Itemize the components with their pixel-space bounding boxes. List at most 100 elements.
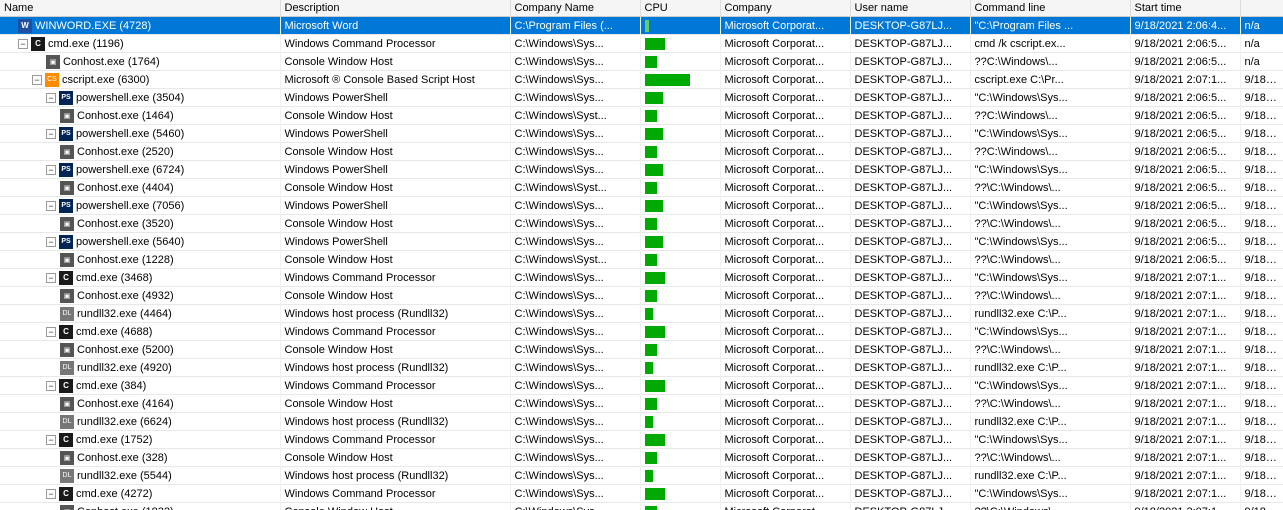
table-row[interactable]: −Ccmd.exe (4688)Windows Command Processo…	[0, 323, 1283, 341]
table-row[interactable]: −Ccmd.exe (3468)Windows Command Processo…	[0, 269, 1283, 287]
process-name-cell: −Ccmd.exe (1752)	[0, 431, 280, 449]
process-company-cell: Microsoft Corporat...	[720, 485, 850, 503]
process-name-cell: DLrundll32.exe (6624)	[0, 413, 280, 431]
table-row[interactable]: ▣Conhost.exe (1832)Console Window HostC:…	[0, 503, 1283, 510]
process-cmd-cell: ??\C:\Windows\...	[970, 395, 1130, 413]
col-header-cpu[interactable]: CPU	[640, 0, 720, 17]
table-row[interactable]: ▣Conhost.exe (2520)Console Window HostC:…	[0, 143, 1283, 161]
process-cmd-cell: ??C:\Windows\...	[970, 143, 1130, 161]
expand-button[interactable]: −	[46, 273, 56, 283]
process-path-cell: C:\Windows\Syst...	[510, 179, 640, 197]
table-row[interactable]: DLrundll32.exe (4464)Windows host proces…	[0, 305, 1283, 323]
table-row[interactable]: ▣Conhost.exe (4164)Console Window HostC:…	[0, 395, 1283, 413]
process-company-cell: Microsoft Corporat...	[720, 287, 850, 305]
table-row[interactable]: ▣Conhost.exe (4932)Console Window HostC:…	[0, 287, 1283, 305]
process-company-cell: Microsoft Corporat...	[720, 503, 850, 510]
expand-button[interactable]: −	[46, 129, 56, 139]
process-company-cell: Microsoft Corporat...	[720, 143, 850, 161]
process-cmd-cell: ??\C:\Windows\...	[970, 287, 1130, 305]
process-name-cell: ▣Conhost.exe (2520)	[0, 143, 280, 161]
table-row[interactable]: −PSpowershell.exe (3504)Windows PowerShe…	[0, 89, 1283, 107]
table-row[interactable]: WWINWORD.EXE (4728)Microsoft WordC:\Prog…	[0, 17, 1283, 35]
process-company-cell: Microsoft Corporat...	[720, 449, 850, 467]
process-company-cell: Microsoft Corporat...	[720, 323, 850, 341]
process-company-cell: Microsoft Corporat...	[720, 89, 850, 107]
process-name-cell: ▣Conhost.exe (4404)	[0, 179, 280, 197]
process-cpu-cell	[640, 503, 720, 510]
process-name-cell: WWINWORD.EXE (4728)	[0, 17, 280, 35]
table-row[interactable]: ▣Conhost.exe (1464)Console Window HostC:…	[0, 107, 1283, 125]
process-user-cell: DESKTOP-G87LJ...	[850, 143, 970, 161]
expand-button[interactable]: −	[46, 165, 56, 175]
process-cpu-cell	[640, 125, 720, 143]
expand-button[interactable]: −	[46, 327, 56, 337]
expand-button[interactable]: −	[46, 435, 56, 445]
process-cmd-cell: "C:\Windows\Sys...	[970, 431, 1130, 449]
process-company-cell: Microsoft Corporat...	[720, 413, 850, 431]
col-header-start1[interactable]: Start time	[1130, 0, 1240, 17]
table-row[interactable]: −PSpowershell.exe (5460)Windows PowerShe…	[0, 125, 1283, 143]
table-row[interactable]: ▣Conhost.exe (3520)Console Window HostC:…	[0, 215, 1283, 233]
process-name-cell: −Ccmd.exe (4272)	[0, 485, 280, 503]
process-path-cell: C:\Windows\Sys...	[510, 359, 640, 377]
expand-button[interactable]: −	[32, 75, 42, 85]
process-path-cell: C:\Windows\Sys...	[510, 197, 640, 215]
table-row[interactable]: −Ccmd.exe (1752)Windows Command Processo…	[0, 431, 1283, 449]
process-desc-cell: Windows Command Processor	[280, 269, 510, 287]
process-cpu-cell	[640, 215, 720, 233]
process-start2-cell: 9/18/2021 2:07:2...	[1240, 359, 1283, 377]
process-desc-cell: Windows Command Processor	[280, 377, 510, 395]
col-header-name[interactable]: Name	[0, 0, 280, 17]
table-row[interactable]: ▣Conhost.exe (1228)Console Window HostC:…	[0, 251, 1283, 269]
table-row[interactable]: −Ccmd.exe (4272)Windows Command Processo…	[0, 485, 1283, 503]
process-start1-cell: 9/18/2021 2:06:5...	[1130, 233, 1240, 251]
table-row[interactable]: −PSpowershell.exe (5640)Windows PowerShe…	[0, 233, 1283, 251]
process-table[interactable]: Name Description Company Name CPU Compan…	[0, 0, 1283, 510]
process-name-cell: −PSpowershell.exe (5640)	[0, 233, 280, 251]
process-start1-cell: 9/18/2021 2:07:1...	[1130, 485, 1240, 503]
table-row[interactable]: ▣Conhost.exe (4404)Console Window HostC:…	[0, 179, 1283, 197]
process-name-label: Conhost.exe (1464)	[77, 110, 174, 122]
process-desc-cell: Windows Command Processor	[280, 431, 510, 449]
process-cmd-cell: ??C:\Windows\...	[970, 107, 1130, 125]
col-header-company[interactable]: Company	[720, 0, 850, 17]
table-header: Name Description Company Name CPU Compan…	[0, 0, 1283, 17]
table-row[interactable]: −CScscript.exe (6300)Microsoft ® Console…	[0, 71, 1283, 89]
process-start2-cell: 9/18/2021 2:07:0...	[1240, 143, 1283, 161]
table-row[interactable]: ▣Conhost.exe (328)Console Window HostC:\…	[0, 449, 1283, 467]
col-header-cmd[interactable]: Command line	[970, 0, 1130, 17]
table-row[interactable]: ▣Conhost.exe (5200)Console Window HostC:…	[0, 341, 1283, 359]
expand-button[interactable]: −	[18, 39, 28, 49]
col-header-desc[interactable]: Description	[280, 0, 510, 17]
table-row[interactable]: −Ccmd.exe (1196)Windows Command Processo…	[0, 35, 1283, 53]
process-start1-cell: 9/18/2021 2:06:5...	[1130, 161, 1240, 179]
expand-button[interactable]: −	[46, 381, 56, 391]
process-desc-cell: Windows Command Processor	[280, 323, 510, 341]
process-desc-cell: Windows PowerShell	[280, 89, 510, 107]
process-start2-cell: 9/18/2021 2:07:2...	[1240, 341, 1283, 359]
table-row[interactable]: −PSpowershell.exe (7056)Windows PowerShe…	[0, 197, 1283, 215]
table-row[interactable]: ▣Conhost.exe (1764)Console Window HostC:…	[0, 53, 1283, 71]
process-path-cell: C:\Windows\Sys...	[510, 395, 640, 413]
table-row[interactable]: −PSpowershell.exe (6724)Windows PowerShe…	[0, 161, 1283, 179]
process-path-cell: C:\Windows\Sys...	[510, 503, 640, 510]
table-row[interactable]: DLrundll32.exe (6624)Windows host proces…	[0, 413, 1283, 431]
expand-button[interactable]: −	[46, 237, 56, 247]
table-row[interactable]: DLrundll32.exe (4920)Windows host proces…	[0, 359, 1283, 377]
process-start2-cell: 9/18/2021 2:07:0...	[1240, 179, 1283, 197]
col-header-path[interactable]: Company Name	[510, 0, 640, 17]
process-cpu-cell	[640, 53, 720, 71]
process-company-cell: Microsoft Corporat...	[720, 17, 850, 35]
process-name-cell: ▣Conhost.exe (4164)	[0, 395, 280, 413]
table-row[interactable]: DLrundll32.exe (5544)Windows host proces…	[0, 467, 1283, 485]
col-header-start2[interactable]	[1240, 0, 1283, 17]
expand-button[interactable]: −	[46, 201, 56, 211]
expand-button[interactable]: −	[46, 489, 56, 499]
process-name-label: Conhost.exe (4404)	[77, 182, 174, 194]
process-user-cell: DESKTOP-G87LJ...	[850, 161, 970, 179]
process-path-cell: C:\Windows\Syst...	[510, 107, 640, 125]
table-row[interactable]: −Ccmd.exe (384)Windows Command Processor…	[0, 377, 1283, 395]
process-start1-cell: 9/18/2021 2:07:1...	[1130, 395, 1240, 413]
expand-button[interactable]: −	[46, 93, 56, 103]
col-header-user[interactable]: User name	[850, 0, 970, 17]
